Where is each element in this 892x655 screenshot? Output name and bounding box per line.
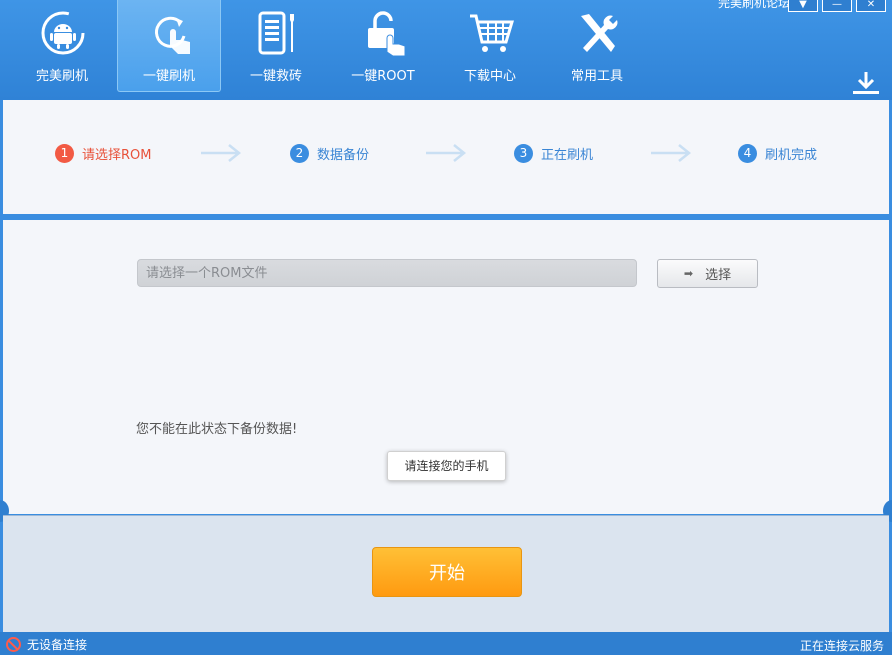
step-number: 3 bbox=[514, 144, 533, 163]
nav-label: 一键救砖 bbox=[249, 69, 302, 84]
step-number: 2 bbox=[290, 144, 309, 163]
step-label: 正在刷机 bbox=[541, 148, 594, 163]
action-area: 开始 bbox=[3, 515, 889, 632]
step-number: 4 bbox=[738, 144, 757, 163]
arrow-right-icon: ➡ bbox=[683, 267, 694, 280]
minimize-button[interactable]: — bbox=[822, 0, 852, 12]
nav-perfect-flash[interactable]: 完美刷机 bbox=[10, 0, 114, 92]
device-status: 无设备连接 bbox=[6, 636, 87, 653]
nav-label: 常用工具 bbox=[570, 69, 623, 84]
step-label: 请选择ROM bbox=[82, 148, 152, 163]
main-nav: 完美刷机 一键刷机 一键救砖 一键ROOT 下载中心 常用工具 bbox=[10, 0, 652, 92]
android-icon bbox=[41, 11, 85, 55]
arrow-right-icon bbox=[201, 144, 242, 162]
nav-common-tools[interactable]: 常用工具 bbox=[545, 0, 649, 92]
nav-label: 一键ROOT bbox=[351, 69, 415, 84]
top-header: 完美刷机论坛 ▼ — ✕ 完美刷机 一键刷机 一键救砖 一键ROOT 下载中心 … bbox=[0, 0, 892, 100]
start-button[interactable]: 开始 bbox=[372, 547, 522, 597]
step-select-rom: 1 请选择ROM bbox=[55, 144, 151, 163]
refresh-hand-icon bbox=[155, 16, 190, 54]
select-rom-button[interactable]: ➡ 选择 bbox=[657, 259, 758, 288]
close-button[interactable]: ✕ bbox=[856, 0, 886, 12]
status-bar: 无设备连接 正在连接云服务 bbox=[0, 632, 892, 655]
rom-file-input[interactable] bbox=[137, 259, 637, 287]
nav-root[interactable]: 一键ROOT bbox=[331, 0, 435, 92]
dropdown-button[interactable]: ▼ bbox=[788, 0, 818, 12]
nav-download-center[interactable]: 下载中心 bbox=[438, 0, 542, 92]
tools-icon bbox=[581, 14, 618, 52]
connect-phone-tooltip: 请连接您的手机 bbox=[387, 451, 506, 481]
main-panel: ➡ 选择 您不能在此状态下备份数据! 请连接您的手机 bbox=[3, 220, 889, 514]
unlock-icon bbox=[368, 11, 406, 56]
backup-warning-text: 您不能在此状态下备份数据! bbox=[136, 422, 298, 437]
step-label: 刷机完成 bbox=[765, 148, 818, 163]
nav-label: 一键刷机 bbox=[142, 69, 195, 84]
step-data-backup: 2 数据备份 bbox=[290, 144, 369, 163]
nav-unbrick[interactable]: 一键救砖 bbox=[224, 0, 328, 92]
forum-link[interactable]: 完美刷机论坛 bbox=[718, 0, 790, 11]
step-complete: 4 刷机完成 bbox=[738, 144, 817, 163]
cloud-status-text: 正在连接云服务 bbox=[799, 639, 884, 653]
arrow-right-icon bbox=[426, 144, 467, 162]
cart-icon bbox=[470, 14, 514, 52]
download-icon[interactable] bbox=[852, 70, 880, 96]
step-label: 数据备份 bbox=[317, 148, 370, 163]
arrow-right-icon bbox=[651, 144, 692, 162]
select-button-label: 选择 bbox=[705, 268, 732, 283]
steps-panel: 1 请选择ROM 2 数据备份 3 正在刷机 4 刷机完成 bbox=[3, 100, 889, 214]
step-number: 1 bbox=[55, 144, 74, 163]
window-controls: ▼ — ✕ bbox=[784, 0, 886, 12]
nav-label: 完美刷机 bbox=[35, 69, 88, 84]
device-status-text: 无设备连接 bbox=[27, 638, 88, 652]
no-device-icon bbox=[6, 637, 21, 652]
nav-one-click-flash[interactable]: 一键刷机 bbox=[117, 0, 221, 92]
nav-label: 下载中心 bbox=[463, 69, 516, 84]
phone-tools-icon bbox=[258, 11, 294, 55]
step-flashing: 3 正在刷机 bbox=[514, 144, 593, 163]
